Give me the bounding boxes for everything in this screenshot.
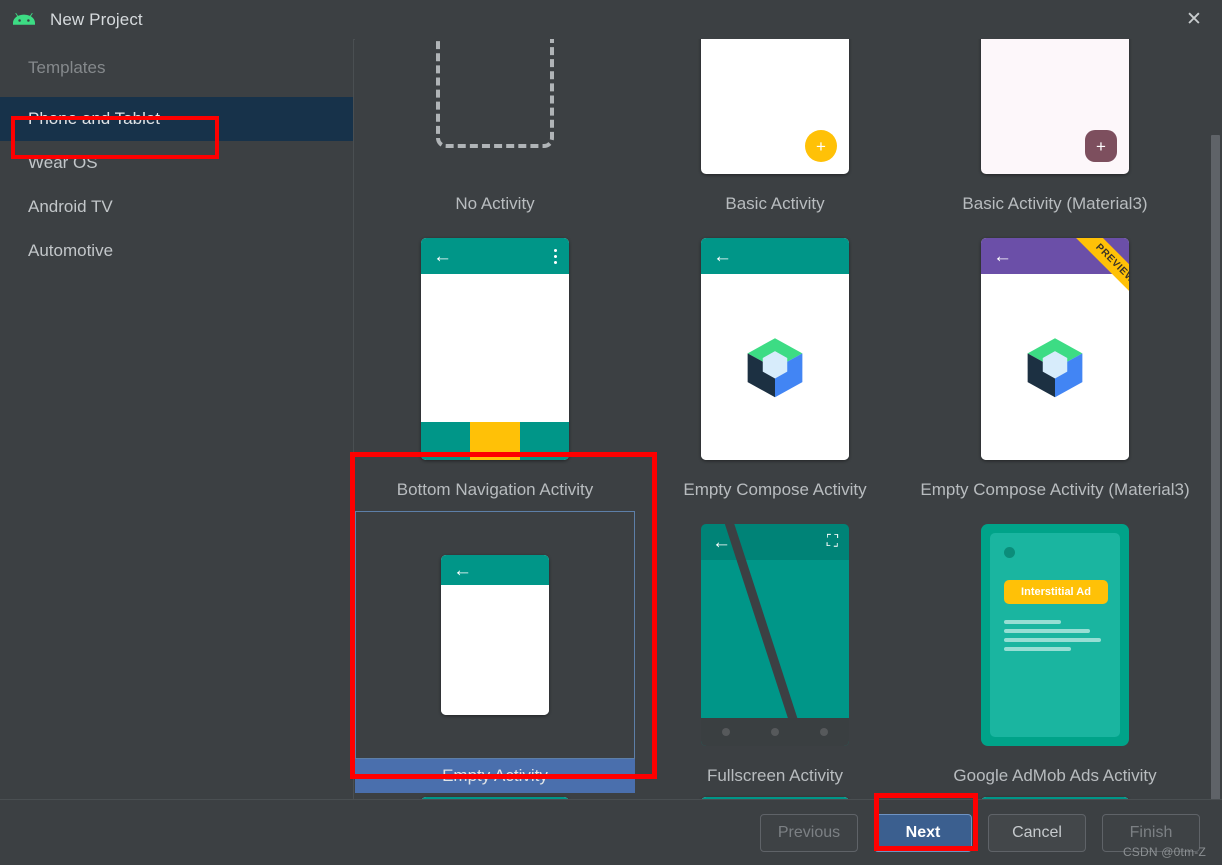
back-arrow-icon: ←: [993, 247, 1012, 266]
fab-plus-icon: +: [1085, 130, 1117, 162]
phone-preview: ← ⛶: [701, 524, 849, 746]
sidebar: Templates Phone and Tablet Wear OS Andro…: [0, 39, 354, 799]
jetpack-compose-logo-icon: [739, 331, 811, 403]
jetpack-compose-logo-icon: [1019, 331, 1091, 403]
nav-dot: [771, 728, 779, 736]
placeholder-line: [1004, 638, 1101, 642]
phone-preview: ←: [441, 555, 549, 715]
dashed-outline-icon: [436, 39, 554, 148]
interstitial-ad-badge: Interstitial Ad: [1004, 580, 1108, 604]
sidebar-item-android-tv[interactable]: Android TV: [0, 185, 353, 229]
app-bar: ←: [421, 238, 569, 274]
template-thumbnail: +: [635, 39, 915, 187]
template-label: Bottom Navigation Activity: [355, 473, 635, 507]
back-arrow-icon: ←: [453, 561, 472, 580]
template-label: Fullscreen Activity: [635, 759, 915, 793]
template-card-empty-compose-activity-material3[interactable]: ← PREVIEW: [915, 225, 1195, 511]
bottom-nav-item: [421, 422, 470, 460]
vertical-scrollbar-track[interactable]: [1209, 39, 1222, 799]
sidebar-item-wear-os[interactable]: Wear OS: [0, 141, 353, 185]
bottom-nav-item: [520, 422, 569, 460]
window-title: New Project: [50, 10, 143, 30]
template-row: ← Bottom Navigation Activity: [355, 225, 1195, 511]
template-card-basic-activity-material3[interactable]: + Basic Activity (Material3): [915, 39, 1195, 225]
template-row: No Activity + Basic Activity + Basic Act…: [355, 39, 1195, 225]
template-label: Basic Activity: [635, 187, 915, 221]
template-label: Empty Compose Activity: [635, 473, 915, 507]
app-bar: ←: [441, 555, 549, 585]
fab-plus-icon: +: [805, 130, 837, 162]
template-label: Basic Activity (Material3): [915, 187, 1195, 221]
template-label: Empty Activity: [355, 759, 635, 793]
app-bar: ←: [981, 238, 1129, 274]
overflow-menu-icon: [554, 249, 557, 264]
template-thumbnail: [355, 39, 635, 187]
sidebar-item-label: Wear OS: [28, 153, 98, 173]
cancel-button[interactable]: Cancel: [988, 814, 1086, 852]
phone-preview: ← PREVIEW: [981, 238, 1129, 460]
template-thumbnail: ←: [355, 225, 635, 473]
phone-content: [701, 274, 849, 460]
placeholder-line: [1004, 647, 1071, 651]
phone-preview: ←: [701, 238, 849, 460]
sidebar-item-label: Phone and Tablet: [28, 109, 160, 129]
placeholder-line: [1004, 629, 1090, 633]
camera-dot-icon: [1004, 547, 1015, 558]
template-thumbnail: ←: [635, 225, 915, 473]
back-arrow-icon: ←: [433, 247, 452, 266]
dialog-footer: Previous Next Cancel Finish: [0, 799, 1222, 865]
previous-button[interactable]: Previous: [760, 814, 858, 852]
next-button[interactable]: Next: [874, 814, 972, 852]
template-card-no-activity[interactable]: No Activity: [355, 39, 635, 225]
template-thumbnail: ← PREVIEW: [915, 225, 1195, 473]
template-thumbnail: ←: [355, 511, 635, 759]
template-thumbnail: ← ⛶: [635, 511, 915, 759]
app-bar: ←: [701, 238, 849, 274]
template-thumbnail: Interstitial Ad: [915, 511, 1195, 759]
phone-preview: Interstitial Ad: [981, 524, 1129, 746]
template-label: No Activity: [355, 187, 635, 221]
window-title-bar: New Project ✕: [0, 0, 1222, 40]
template-label: Google AdMob Ads Activity: [915, 759, 1195, 793]
close-icon[interactable]: ✕: [1166, 0, 1222, 39]
template-card-google-admob-ads-activity[interactable]: Interstitial Ad Google AdMob Ads Activit…: [915, 511, 1195, 797]
template-gallery[interactable]: No Activity + Basic Activity + Basic Act…: [355, 39, 1222, 799]
phone-content: [981, 274, 1129, 460]
template-card-empty-activity[interactable]: ← Empty Activity: [355, 511, 635, 797]
bottom-navigation-bar: [421, 422, 569, 460]
back-arrow-icon: ←: [713, 247, 732, 266]
watermark: CSDN @0tm-Z: [1123, 845, 1206, 859]
template-card-empty-compose-activity[interactable]: ← Empty Compose Ac: [635, 225, 915, 511]
bottom-nav-item-active: [470, 422, 519, 460]
template-card-basic-activity[interactable]: + Basic Activity: [635, 39, 915, 225]
template-row: ← Empty Activity ← ⛶: [355, 511, 1195, 797]
nav-dot: [722, 728, 730, 736]
nav-dot: [820, 728, 828, 736]
sidebar-item-phone-and-tablet[interactable]: Phone and Tablet: [0, 97, 353, 141]
phone-preview: +: [701, 39, 849, 174]
android-icon: [12, 8, 36, 32]
phone-preview: +: [981, 39, 1129, 174]
sidebar-item-label: Android TV: [28, 197, 113, 217]
phone-preview: ←: [421, 238, 569, 460]
fullscreen-expand-icon: ⛶: [827, 534, 838, 550]
sidebar-header: Templates: [0, 39, 353, 97]
template-card-fullscreen-activity[interactable]: ← ⛶ Fullscreen Activity: [635, 511, 915, 797]
vertical-scrollbar-thumb[interactable]: [1211, 135, 1220, 800]
sidebar-item-automotive[interactable]: Automotive: [0, 229, 353, 273]
placeholder-text-lines: [1004, 620, 1106, 651]
placeholder-line: [1004, 620, 1061, 624]
app-bar: ← ⛶: [701, 524, 849, 560]
phone-content: [441, 585, 549, 715]
system-nav-bar: [701, 718, 849, 746]
sidebar-item-label: Automotive: [28, 241, 113, 261]
phone-content: Interstitial Ad: [990, 533, 1120, 737]
template-card-bottom-navigation-activity[interactable]: ← Bottom Navigation Activity: [355, 225, 635, 511]
template-thumbnail: +: [915, 39, 1195, 187]
template-grid: No Activity + Basic Activity + Basic Act…: [355, 39, 1195, 799]
template-label: Empty Compose Activity (Material3): [915, 473, 1195, 507]
